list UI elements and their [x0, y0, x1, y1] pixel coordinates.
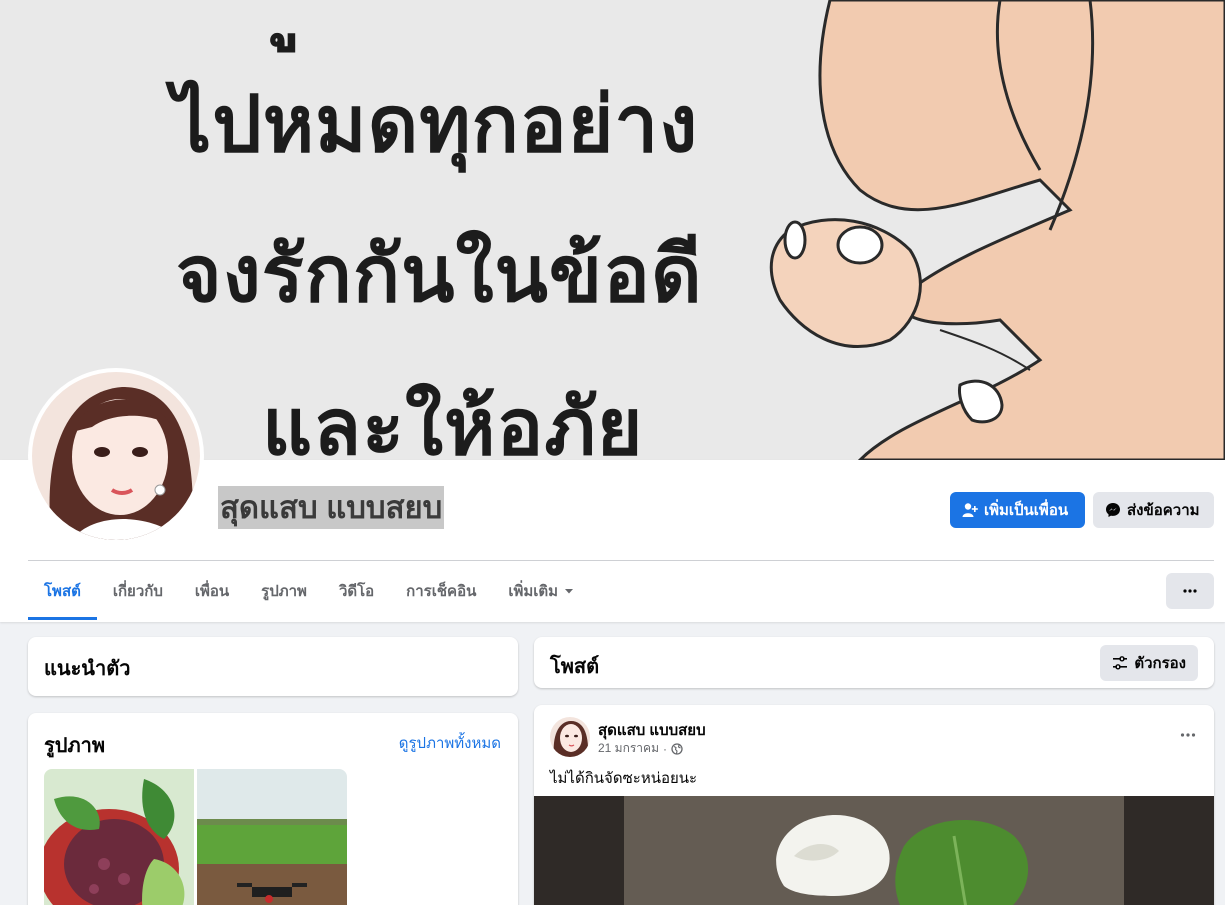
tab-label: รูปภาพ — [261, 583, 307, 600]
header-divider — [28, 560, 1214, 561]
avatar-image — [32, 372, 200, 540]
tab-friends[interactable]: เพื่อน — [179, 562, 245, 620]
tab-label: เพิ่มเติม — [508, 583, 559, 600]
message-label: ส่งข้อความ — [1127, 502, 1200, 519]
posts-title: โพสต์ — [550, 656, 600, 678]
add-friend-icon — [962, 503, 978, 517]
cover-photo[interactable]: ู ไปหมดทุกอย่าง จงรักกันในข้อดี และให้อภ… — [0, 0, 1225, 460]
post-date[interactable]: 21 มกราคม — [598, 739, 659, 758]
photo-thumbnail[interactable] — [44, 769, 194, 905]
profile-name: สุดแสบ แบบสยบ — [218, 486, 445, 529]
message-button[interactable]: ส่งข้อความ — [1093, 492, 1214, 528]
meta-separator: · — [662, 741, 667, 756]
tab-label: เกี่ยวกับ — [112, 583, 163, 600]
globe-icon — [671, 742, 683, 755]
tab-checkins[interactable]: การเช็คอิน — [390, 562, 492, 620]
profile-tabs: โพสต์ เกี่ยวกับ เพื่อน รูปภาพ วิดีโอ การ… — [28, 562, 590, 620]
tab-label: เพื่อน — [194, 583, 230, 600]
add-friend-button[interactable]: เพิ่มเป็นเพื่อน — [950, 492, 1085, 528]
tab-photos[interactable]: รูปภาพ — [245, 562, 323, 620]
intro-title: แนะนำตัว — [44, 658, 131, 680]
filter-button[interactable]: ตัวกรอง — [1100, 645, 1198, 681]
posts-header-card: โพสต์ ตัวกรอง — [534, 637, 1214, 688]
see-all-photos-link[interactable]: ดูรูปภาพทั้งหมด — [399, 731, 501, 755]
tab-label: โพสต์ — [44, 583, 81, 600]
post-options-button[interactable] — [1174, 721, 1202, 749]
filter-label: ตัวกรอง — [1134, 655, 1186, 672]
post-photo[interactable] — [534, 796, 1214, 905]
profile-avatar[interactable] — [28, 368, 204, 544]
profile-page: ู ไปหมดทุกอย่าง จงรักกันในข้อดี และให้อภ… — [0, 0, 1225, 905]
tab-posts[interactable]: โพสต์ — [28, 562, 97, 620]
post-author-avatar[interactable] — [550, 717, 590, 757]
tab-about[interactable]: เกี่ยวกับ — [97, 562, 179, 620]
photo-field-drone — [197, 769, 347, 905]
post-meta: 21 มกราคม · — [598, 739, 683, 758]
messenger-icon — [1106, 503, 1120, 517]
cover-text-line: ไปหมดทุกอย่าง — [172, 79, 699, 170]
photo-thumbnail[interactable] — [197, 769, 347, 905]
add-friend-label: เพิ่มเป็นเพื่อน — [984, 502, 1069, 519]
photos-title: รูปภาพ — [44, 735, 106, 757]
filter-icon — [1113, 656, 1128, 670]
holding-hands-illustration — [769, 0, 1225, 460]
post-text: ไม่ได้กินจัดซะหน่อยนะ — [550, 770, 698, 787]
tab-videos[interactable]: วิดีโอ — [323, 562, 390, 620]
profile-more-button[interactable] — [1166, 573, 1214, 609]
more-icon — [1183, 589, 1197, 593]
more-icon — [1180, 733, 1196, 737]
cover-text-line: ู — [300, 0, 301, 50]
cover-text-line: จงรักกันในข้อดี — [176, 229, 703, 320]
post-card: สุดแสบ แบบสยบ 21 มกราคม · ไม่ได้กินจัดซะ… — [534, 705, 1214, 905]
avatar-image — [550, 717, 590, 757]
intro-card: แนะนำตัว — [28, 637, 518, 696]
tab-more[interactable]: เพิ่มเติม — [492, 562, 590, 620]
post-photo-content — [624, 796, 1124, 905]
caret-down-icon — [565, 589, 574, 594]
tab-label: วิดีโอ — [338, 583, 375, 600]
tab-label: การเช็คอิน — [406, 583, 477, 600]
photo-vegetables — [44, 769, 194, 905]
cover-text-line: และให้อภัย — [262, 382, 644, 460]
photos-card: รูปภาพ ดูรูปภาพทั้งหมด — [28, 713, 518, 905]
